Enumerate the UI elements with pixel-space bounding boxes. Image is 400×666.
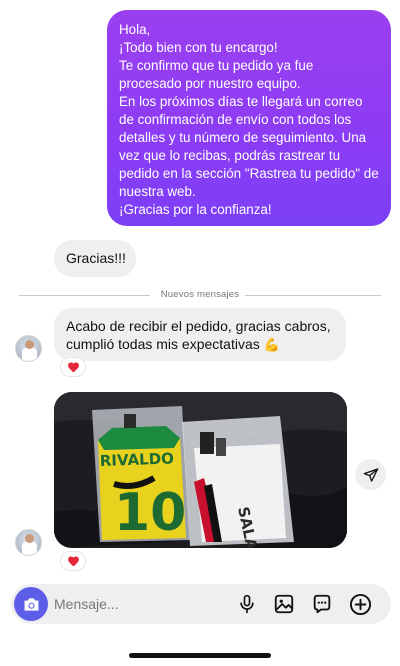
photo-message[interactable]: RIVALDO 10 SALAH [54,392,347,548]
gallery-icon [274,594,294,614]
message-line: ¡Gracias por la confianza! [119,202,272,217]
gallery-button[interactable] [272,592,296,616]
jersey-name: RIVALDO [100,449,175,470]
message-line: Hola, [119,22,151,37]
message-line: En los próximos días te llegará un corre… [119,94,379,199]
outgoing-message-bubble[interactable]: Hola, ¡Todo bien con tu encargo! Te conf… [107,10,391,226]
jersey-number: 10 [114,483,186,543]
message-line: Te confirmo que tu pedido ya fue procesa… [119,58,314,91]
home-indicator [129,653,271,658]
send-icon [363,467,378,482]
contact-avatar[interactable] [15,529,42,556]
microphone-icon [240,594,254,614]
add-button[interactable] [348,592,372,616]
microphone-button[interactable] [235,592,259,616]
incoming-message-bubble[interactable]: Acabo de recibir el pedido, gracias cabr… [54,308,346,361]
contact-avatar[interactable] [15,335,42,362]
camera-icon [24,597,38,611]
new-messages-divider: Nuevos mensajes [19,289,381,301]
plus-icon [349,593,371,615]
heart-reaction[interactable] [60,357,86,377]
share-button[interactable] [355,459,386,490]
message-input[interactable] [54,584,224,624]
camera-button[interactable] [14,587,48,621]
message-text: Gracias!!! [66,250,126,266]
sticker-button[interactable] [310,592,334,616]
message-composer [11,584,391,624]
avatar-figure [22,348,37,361]
incoming-message-bubble[interactable]: Gracias!!! [54,240,136,277]
avatar-figure-head [25,534,34,543]
avatar-figure-head [25,340,34,349]
divider-line [245,295,381,296]
message-line: ¡Todo bien con tu encargo! [119,40,278,55]
sticker-icon [313,594,331,614]
heart-icon [67,362,79,373]
jerseys-photo: RIVALDO 10 SALAH [54,392,347,548]
heart-icon [67,556,79,567]
avatar-figure [22,542,37,555]
flexed-biceps-emoji: 💪 [263,337,280,352]
message-text: Acabo de recibir el pedido, gracias cabr… [66,318,331,352]
heart-reaction[interactable] [60,551,86,571]
